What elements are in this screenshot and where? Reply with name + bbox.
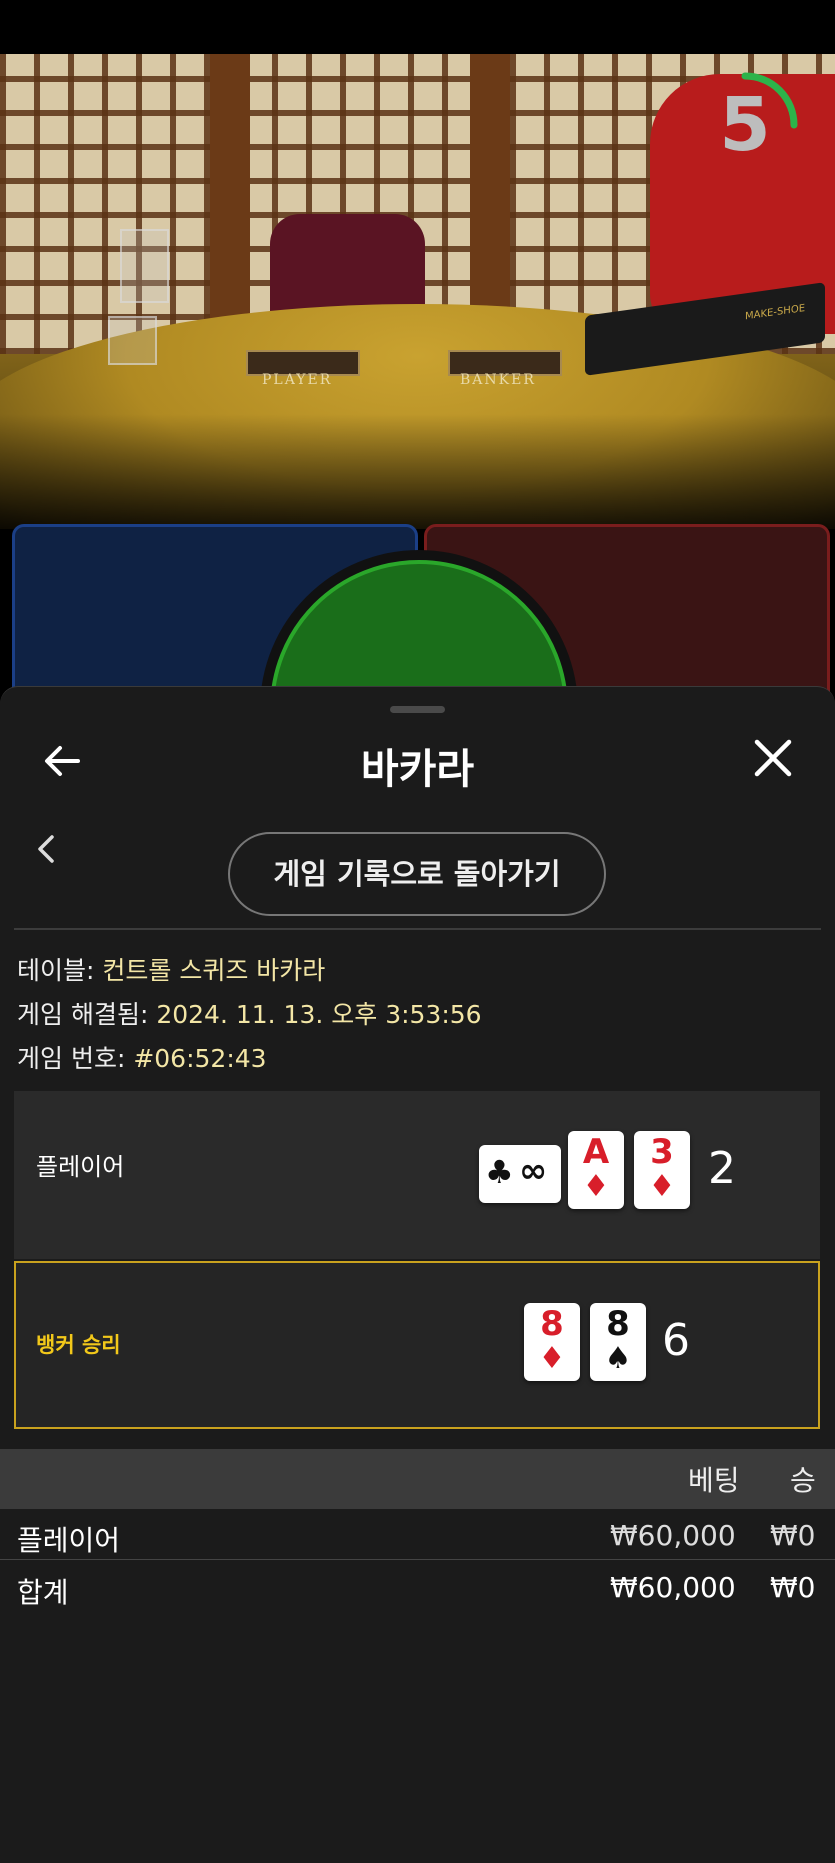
close-icon[interactable] bbox=[752, 737, 794, 779]
playing-card: ♣ ∞ bbox=[479, 1145, 561, 1203]
game-number-label: 게임 번호: bbox=[17, 1044, 134, 1073]
win-amount: ₩0 bbox=[770, 1519, 816, 1552]
player-hand-row: 플레이어 ♣ ∞ A ♦ 3 ♦ 2 bbox=[14, 1091, 820, 1259]
game-history-sheet: 바카라 게임 기록으로 돌아가기 테이블: 컨트롤 스퀴즈 바카라 게임 해결됨… bbox=[0, 686, 835, 1863]
playing-card: 3 ♦ bbox=[634, 1131, 690, 1209]
game-number-info: 게임 번호: #06:52:43 bbox=[17, 1039, 267, 1075]
table-info: 테이블: 컨트롤 스퀴즈 바카라 bbox=[17, 951, 325, 987]
banker-win-label: 뱅커 승리 bbox=[36, 1333, 121, 1357]
card-rank: 8 bbox=[606, 1304, 630, 1344]
table-info-label: 테이블: bbox=[17, 956, 103, 985]
spade-suit-icon: ♠ bbox=[604, 1341, 632, 1376]
diamond-suit-icon: ♦ bbox=[538, 1341, 566, 1376]
playing-card: A ♦ bbox=[568, 1131, 624, 1209]
divider bbox=[14, 928, 821, 930]
status-bar bbox=[0, 0, 835, 54]
chevron-left-icon[interactable] bbox=[32, 829, 62, 869]
bet-name: 플레이어 bbox=[17, 1524, 121, 1557]
player-table-label: PLAYER bbox=[262, 372, 333, 388]
player-hand-label: 플레이어 bbox=[36, 1153, 125, 1181]
win-column-header: 승 bbox=[790, 1464, 816, 1497]
card-rank: 3 bbox=[650, 1132, 674, 1172]
playing-card: 8 ♠ bbox=[590, 1303, 646, 1381]
player-score: 2 bbox=[708, 1143, 736, 1194]
bets-table-header: 베팅 승 bbox=[0, 1449, 835, 1509]
card-box bbox=[108, 316, 157, 365]
total-label: 합계 bbox=[17, 1576, 69, 1609]
resolved-info-label: 게임 해결됨: bbox=[17, 1000, 157, 1029]
resolved-info-value: 2024. 11. 13. 오후 3:53:56 bbox=[156, 1000, 482, 1029]
sheet-title: 바카라 bbox=[360, 745, 475, 793]
banker-score: 6 bbox=[662, 1315, 690, 1366]
table-row-total: 합계 ₩60,000 ₩0 bbox=[0, 1561, 835, 1613]
back-to-history-button[interactable]: 게임 기록으로 돌아가기 bbox=[228, 832, 606, 916]
table-info-value: 컨트롤 스퀴즈 바카라 bbox=[102, 956, 326, 985]
total-bet-amount: ₩60,000 bbox=[610, 1571, 736, 1604]
game-number-value: #06:52:43 bbox=[133, 1044, 267, 1073]
video-fade-overlay bbox=[0, 414, 835, 529]
resolved-info: 게임 해결됨: 2024. 11. 13. 오후 3:53:56 bbox=[17, 995, 482, 1031]
bet-column-header: 베팅 bbox=[688, 1464, 740, 1497]
playing-card: 8 ♦ bbox=[524, 1303, 580, 1381]
discard-holder bbox=[120, 229, 169, 303]
row-divider bbox=[0, 1559, 835, 1560]
sheet-drag-handle[interactable] bbox=[390, 706, 445, 713]
card-rank: ∞ bbox=[519, 1151, 548, 1191]
card-rank: A bbox=[582, 1132, 610, 1172]
club-suit-icon: ♣ bbox=[485, 1153, 514, 1191]
wooden-pillar bbox=[210, 54, 250, 354]
total-win-amount: ₩0 bbox=[770, 1571, 816, 1604]
diamond-suit-icon: ♦ bbox=[582, 1169, 610, 1204]
bet-amount: ₩60,000 bbox=[610, 1519, 736, 1552]
table-row: 플레이어 ₩60,000 ₩0 bbox=[0, 1509, 835, 1561]
shoe-label: MAKE-SHOE bbox=[745, 302, 806, 323]
countdown-timer: 5 bbox=[719, 82, 771, 168]
card-rank: 8 bbox=[540, 1304, 564, 1344]
diamond-suit-icon: ♦ bbox=[648, 1169, 676, 1204]
banker-table-label: BANKER bbox=[460, 372, 536, 388]
banker-hand-row: 뱅커 승리 8 ♦ 8 ♠ 6 bbox=[14, 1261, 820, 1429]
